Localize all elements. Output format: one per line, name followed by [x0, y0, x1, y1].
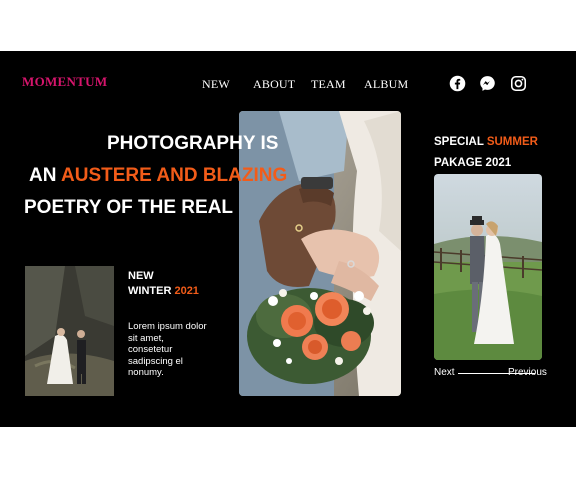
new-winter-year: 2021 [174, 285, 199, 297]
new-winter-line1: NEW [128, 270, 154, 282]
facebook-icon[interactable] [449, 75, 466, 92]
next-button[interactable]: Next [434, 367, 455, 378]
special-line1: SPECIAL SUMMER [434, 132, 538, 153]
special-line2: PAKAGE 2021 [434, 157, 512, 169]
nav-item-team[interactable]: TEAM [311, 77, 346, 92]
summer-couple-photo[interactable] [434, 174, 542, 360]
instagram-icon[interactable] [510, 75, 527, 92]
carousel-pager: Next Previous [434, 367, 554, 383]
new-winter-heading: NEW WINTER 2021 [128, 269, 199, 299]
special-package-heading: SPECIAL SUMMER PAKAGE 2021 [434, 132, 538, 174]
landing-page-frame: MOMENTUM NEW ABOUT TEAM ALBUM PHOTOGRAPH… [0, 51, 576, 427]
hero-title-line2-accent: AUSTERE AND BLAZING [61, 165, 288, 186]
hero-title-line3: POETRY OF THE REAL [24, 197, 234, 218]
winter-couple-photo[interactable] [25, 266, 114, 396]
hero-title-line1: PHOTOGRAPHY IS [107, 133, 279, 154]
previous-button[interactable]: Previous [508, 367, 547, 378]
special-line1-plain: SPECIAL [434, 136, 487, 148]
nav-item-about[interactable]: ABOUT [253, 77, 295, 92]
messenger-icon[interactable] [479, 75, 496, 92]
new-winter-line2: WINTER 2021 [128, 284, 199, 299]
special-summer: SUMMER [486, 136, 538, 148]
nav-item-new[interactable]: NEW [202, 77, 230, 92]
new-winter-description: Lorem ipsum dolor sit amet, consetetur s… [128, 321, 207, 378]
nav-item-album[interactable]: ALBUM [364, 77, 408, 92]
new-winter-line2-plain: WINTER [128, 285, 175, 297]
hero-title-line2-plain: AN [29, 165, 62, 186]
hero-title-line2: AN AUSTERE AND BLAZING [29, 165, 287, 187]
